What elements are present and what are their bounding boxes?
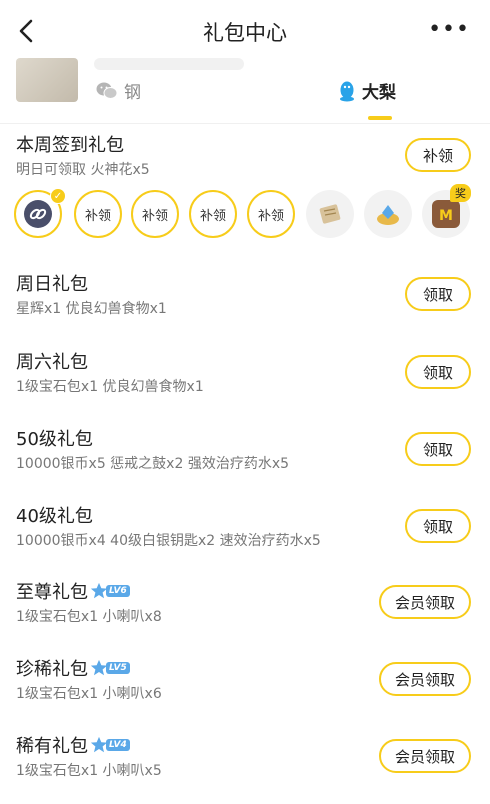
page-title: 礼包中心 — [203, 21, 287, 45]
weekly-makeup-button[interactable]: 补领 — [405, 138, 471, 172]
weekly-checkin-title: 本周签到礼包 — [16, 135, 124, 156]
day-makeup-label: 补领 — [84, 208, 111, 224]
gift-title: 至尊礼包 — [16, 582, 88, 603]
claim-button[interactable]: 领取 — [405, 432, 471, 466]
tab-wechat-label: 钢 — [124, 83, 141, 103]
gift-desc: 10000银币x4 40级白银钥匙x2 速效治疗药水x5 — [16, 533, 321, 549]
account-avatar — [16, 58, 78, 102]
checkin-day-7 — [364, 190, 412, 238]
checkin-day-2[interactable]: 补领 — [74, 190, 122, 238]
vip-level-badge: LV4 — [90, 736, 130, 754]
navigation-bar: 礼包中心 ••• — [0, 0, 490, 62]
gift-title-row: 稀有礼包 LV4 — [16, 732, 130, 758]
gift-desc: 10000银币x5 惩戒之鼓x2 强效治疗药水x5 — [16, 456, 290, 472]
tab-qq-label: 大梨 — [362, 83, 396, 103]
gift-desc: 1级宝石包x1 小喇叭x6 — [16, 686, 162, 702]
gift-title-row: 珍稀礼包 LV5 — [16, 655, 130, 681]
tab-wechat[interactable]: 钢 — [96, 78, 141, 103]
checkin-day-5[interactable]: 补领 — [247, 190, 295, 238]
gift-desc: 星辉x1 优良幻兽食物x1 — [16, 301, 167, 317]
qq-penguin-icon — [340, 81, 354, 101]
checkin-day-4[interactable]: 补领 — [189, 190, 237, 238]
vip-claim-button[interactable]: 会员领取 — [379, 585, 471, 619]
weekly-checkin-desc: 明日可领取 火神花x5 — [16, 162, 150, 178]
vip-claim-button[interactable]: 会员领取 — [379, 739, 471, 773]
checkin-day-row: ✓ 补领 补领 补领 补领 M 奖 — [14, 184, 484, 244]
vip-level-badge: LV5 — [90, 659, 130, 677]
vip-level-label: LV5 — [106, 662, 130, 674]
gift-title: 周六礼包 — [16, 352, 88, 373]
account-switcher: 钢 大梨 — [0, 58, 490, 124]
checkin-day-1: ✓ — [14, 188, 66, 238]
gift-title: 珍稀礼包 — [16, 659, 88, 680]
day-makeup-label: 补领 — [141, 208, 168, 224]
vip-level-label: LV4 — [106, 739, 130, 751]
tab-qq[interactable]: 大梨 — [338, 78, 396, 103]
svg-text:M: M — [439, 208, 453, 224]
vip-level-label: LV6 — [106, 585, 130, 597]
vip-claim-button[interactable]: 会员领取 — [379, 662, 471, 696]
checkin-day-6 — [306, 190, 354, 238]
gift-desc: 1级宝石包x1 小喇叭x5 — [16, 763, 162, 779]
gift-title: 周日礼包 — [16, 274, 88, 295]
gift-title: 稀有礼包 — [16, 736, 88, 757]
active-tab-indicator — [368, 116, 392, 120]
link-chain-icon — [24, 200, 52, 228]
gift-title: 50级礼包 — [16, 429, 93, 450]
gift-desc: 1级宝石包x1 优良幻兽食物x1 — [16, 379, 204, 395]
gift-desc: 1级宝石包x1 小喇叭x8 — [16, 609, 162, 625]
account-name-blurred — [94, 58, 244, 70]
claim-button[interactable]: 领取 — [405, 509, 471, 543]
claimed-check-icon: ✓ — [50, 188, 66, 204]
scroll-map-icon — [319, 204, 341, 224]
grand-reward-icon: M — [432, 200, 460, 228]
vip-level-badge: LV6 — [90, 582, 130, 600]
day-makeup-label: 补领 — [199, 208, 226, 224]
checkin-day-3[interactable]: 补领 — [131, 190, 179, 238]
gem-pack-icon — [377, 205, 399, 225]
claim-button[interactable]: 领取 — [405, 277, 471, 311]
gift-title: 40级礼包 — [16, 506, 93, 527]
claim-button[interactable]: 领取 — [405, 355, 471, 389]
wechat-icon — [96, 82, 118, 99]
gift-title-row: 至尊礼包 LV6 — [16, 578, 130, 604]
day-makeup-label: 补领 — [257, 208, 284, 224]
reward-tag-badge: 奖 — [450, 184, 471, 202]
more-menu-icon[interactable]: ••• — [428, 19, 470, 41]
